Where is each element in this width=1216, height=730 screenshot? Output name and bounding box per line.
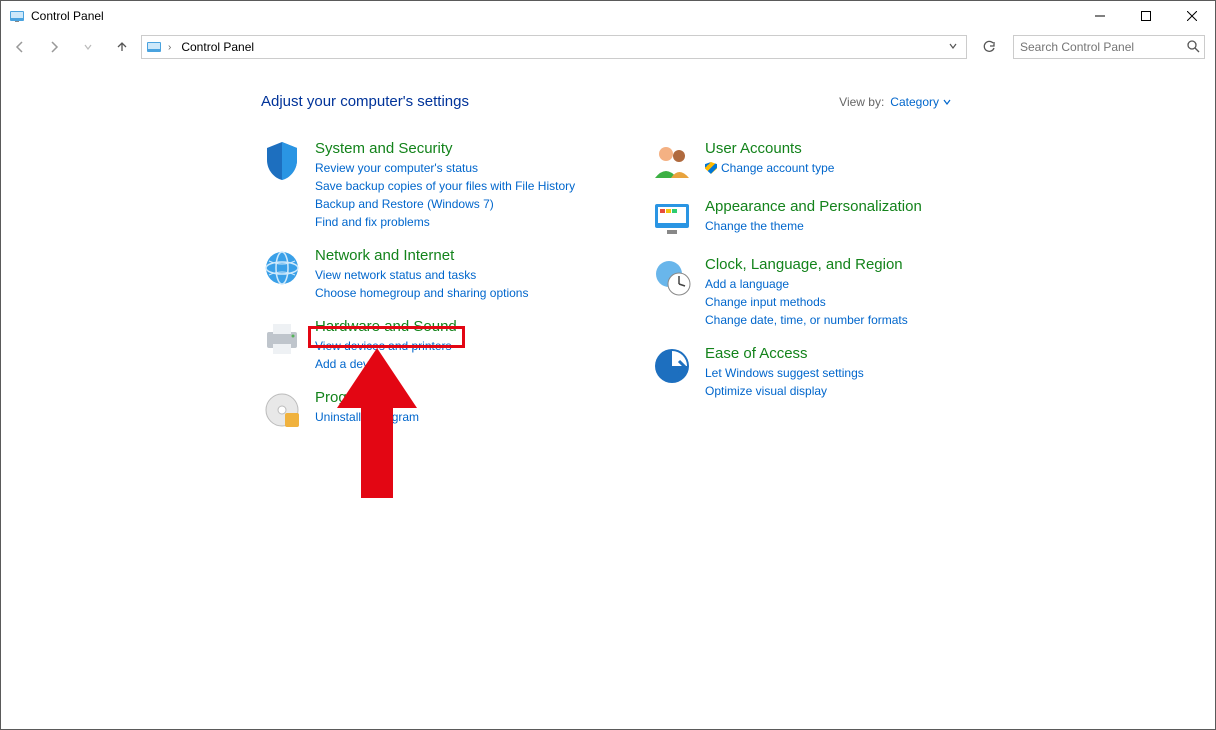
task-link[interactable]: Change the theme [705, 217, 922, 235]
user-accounts-icon [651, 140, 693, 182]
recent-dropdown[interactable] [73, 33, 103, 61]
forward-button[interactable] [39, 33, 69, 61]
address-bar[interactable]: › Control Panel [141, 35, 967, 59]
task-link[interactable]: Change input methods [705, 293, 908, 311]
task-link[interactable]: Save backup copies of your files with Fi… [315, 177, 575, 195]
right-column: User Accounts Change account type Appear… [651, 140, 981, 447]
task-link[interactable]: Find and fix problems [315, 213, 575, 231]
up-button[interactable] [107, 33, 137, 61]
task-link[interactable]: Add a language [705, 275, 908, 293]
titlebar: Control Panel [1, 1, 1215, 31]
refresh-button[interactable] [977, 35, 1001, 59]
view-by-label: View by: [839, 95, 884, 109]
content-area: Adjust your computer's settings View by:… [1, 63, 1215, 729]
search-input[interactable] [1018, 39, 1186, 55]
category-title[interactable]: Network and Internet [315, 247, 528, 264]
category-title[interactable]: Clock, Language, and Region [705, 256, 908, 273]
globe-icon [261, 247, 303, 289]
category-title[interactable]: System and Security [315, 140, 575, 157]
page-heading: Adjust your computer's settings [261, 93, 469, 110]
annotation-highlight-box [308, 326, 465, 348]
minimize-button[interactable] [1077, 1, 1123, 31]
navbar: › Control Panel [1, 31, 1215, 63]
category-system-security: System and Security Review your computer… [261, 140, 591, 231]
category-user-accounts: User Accounts Change account type [651, 140, 981, 182]
control-panel-window: Control Panel › Control Panel Adjust [0, 0, 1216, 730]
category-ease-of-access: Ease of Access Let Windows suggest setti… [651, 345, 981, 400]
category-appearance-personalization: Appearance and Personalization Change th… [651, 198, 981, 240]
view-by-control[interactable]: View by: Category [839, 95, 951, 109]
left-column: System and Security Review your computer… [261, 140, 591, 447]
monitor-icon [651, 198, 693, 240]
annotation-arrow-icon [337, 348, 417, 501]
address-dropdown[interactable] [944, 40, 962, 54]
ease-of-access-icon [651, 345, 693, 387]
printer-icon [261, 318, 303, 360]
task-link[interactable]: Let Windows suggest settings [705, 364, 864, 382]
chevron-right-icon: › [166, 42, 173, 53]
disc-icon [261, 389, 303, 431]
category-network-internet: Network and Internet View network status… [261, 247, 591, 302]
control-panel-icon [9, 8, 25, 24]
category-programs: Programs Uninstall a program [261, 389, 591, 431]
shield-icon [261, 140, 303, 182]
search-box[interactable] [1013, 35, 1205, 59]
task-link[interactable]: Choose homegroup and sharing options [315, 284, 528, 302]
task-link[interactable]: Change account type [705, 159, 834, 177]
breadcrumb-current[interactable]: Control Panel [177, 38, 258, 56]
category-title[interactable]: Ease of Access [705, 345, 864, 362]
task-link[interactable]: Optimize visual display [705, 382, 864, 400]
close-button[interactable] [1169, 1, 1215, 31]
control-panel-icon [146, 39, 162, 55]
chevron-down-icon [943, 98, 951, 106]
task-link[interactable]: Change date, time, or number formats [705, 311, 908, 329]
clock-globe-icon [651, 256, 693, 298]
window-title: Control Panel [31, 9, 104, 23]
search-icon[interactable] [1186, 39, 1200, 56]
back-button[interactable] [5, 33, 35, 61]
category-title[interactable]: Appearance and Personalization [705, 198, 922, 215]
category-clock-language-region: Clock, Language, and Region Add a langua… [651, 256, 981, 329]
task-link[interactable]: Review your computer's status [315, 159, 575, 177]
view-by-value[interactable]: Category [890, 95, 951, 109]
task-link[interactable]: Backup and Restore (Windows 7) [315, 195, 575, 213]
maximize-button[interactable] [1123, 1, 1169, 31]
task-link[interactable]: View network status and tasks [315, 266, 528, 284]
category-title[interactable]: User Accounts [705, 140, 834, 157]
